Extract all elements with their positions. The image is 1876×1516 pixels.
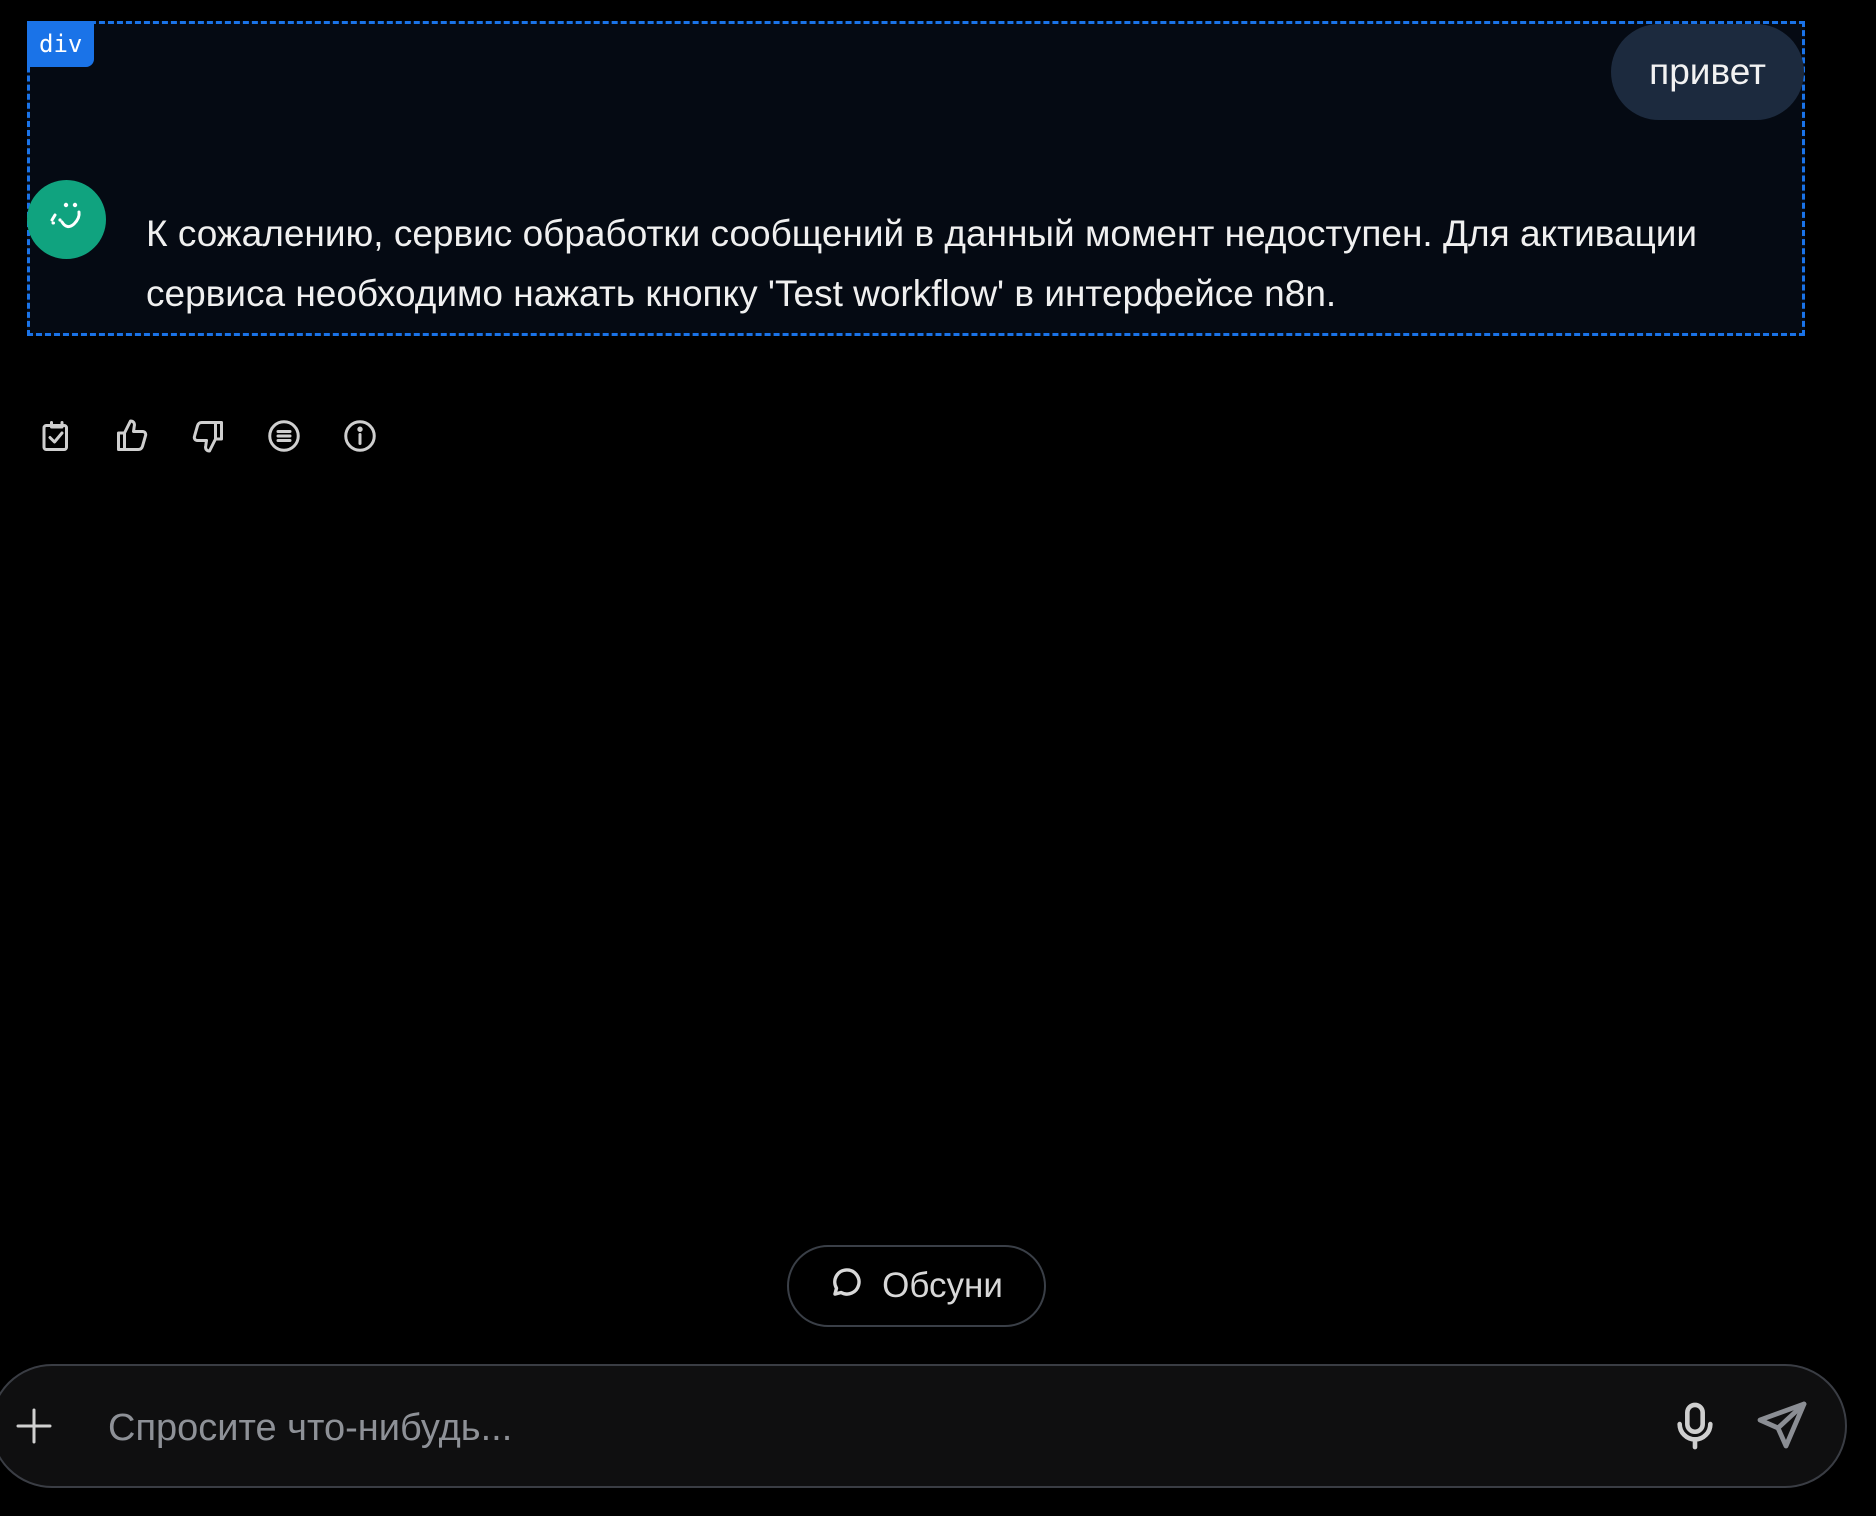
microphone-icon[interactable] (1672, 1400, 1718, 1452)
user-message-bubble: привет (1611, 24, 1804, 120)
inspected-element-tag: div (27, 21, 95, 67)
message-input[interactable] (106, 1392, 1640, 1464)
chat-page: div привет К сожалению, сервис обработки… (0, 0, 1876, 1516)
plus-icon[interactable] (12, 1404, 56, 1448)
info-icon[interactable] (340, 416, 380, 456)
chat-bubble-icon (830, 1265, 864, 1308)
assistant-avatar (27, 180, 106, 259)
send-icon[interactable] (1756, 1400, 1808, 1452)
copy-check-icon[interactable] (36, 416, 76, 456)
thumbs-down-icon[interactable] (188, 416, 228, 456)
bot-face-icon (44, 194, 90, 245)
thumbs-up-icon[interactable] (112, 416, 152, 456)
discuss-button-label: Обсуни (882, 1266, 1003, 1305)
message-action-bar (36, 416, 380, 456)
list-circle-icon[interactable] (264, 416, 304, 456)
discuss-button[interactable]: Обсуни (787, 1245, 1046, 1327)
assistant-message-text: К сожалению, сервис обработки сообщений … (146, 213, 1698, 314)
